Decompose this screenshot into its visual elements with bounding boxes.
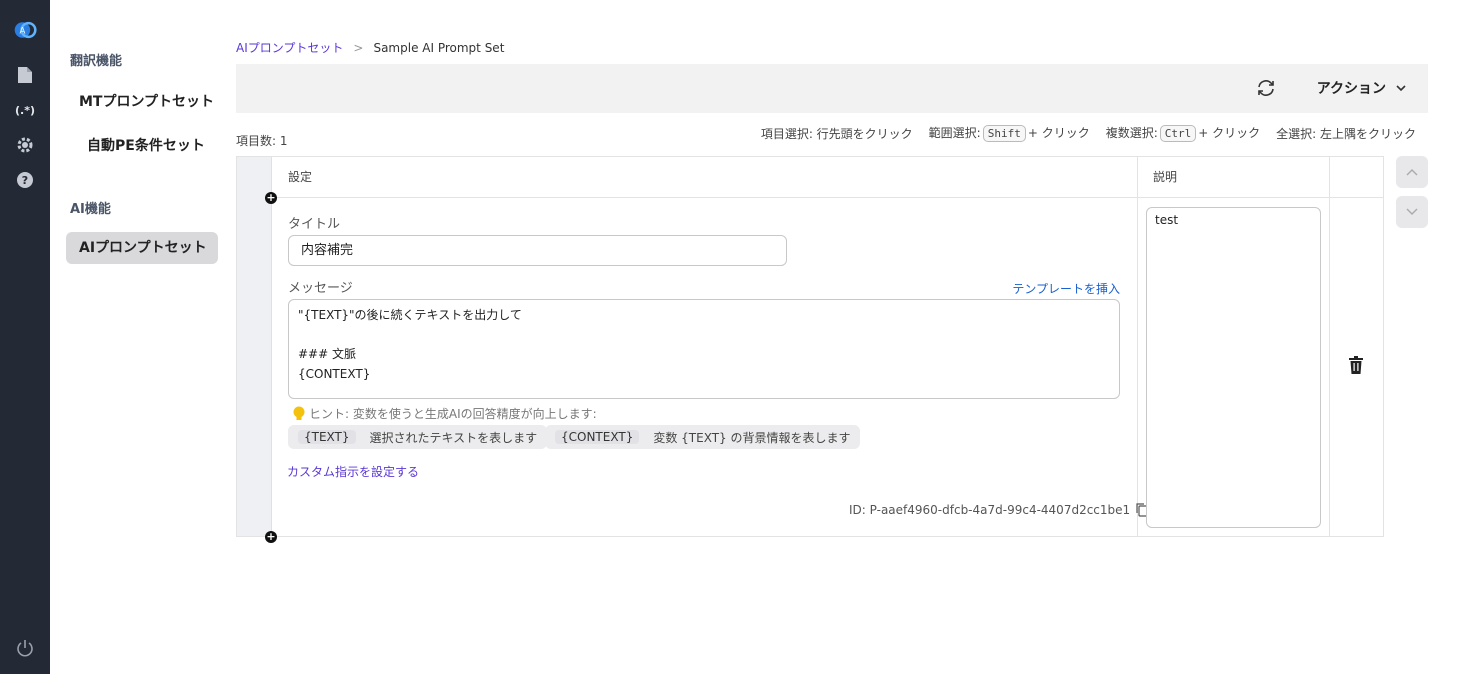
header-actions: [1329, 157, 1383, 198]
variable-description: 選択されたテキストを表します: [369, 430, 538, 445]
title-input[interactable]: 内容補完: [288, 235, 787, 266]
column-divider: [1137, 157, 1138, 536]
chevron-up-icon: [1406, 169, 1418, 176]
header-description: 説明: [1137, 157, 1329, 198]
title-label: タイトル: [288, 217, 341, 232]
insert-row-below-button[interactable]: +: [265, 531, 277, 543]
refresh-icon[interactable]: [1256, 78, 1276, 102]
selection-hints: 項目選択: 行先頭をクリック 範囲選択: Shift + クリック 複数選択: Ctr…: [761, 124, 1416, 142]
toolbar: アクション: [236, 64, 1428, 113]
message-line: [298, 326, 1110, 346]
breadcrumb-link-ai-prompt-set[interactable]: AIプロンプトセット: [236, 39, 343, 56]
hint-select-all: 全選択: 左上隅をクリック: [1276, 126, 1416, 141]
breadcrumb-current: Sample AI Prompt Set: [373, 40, 505, 55]
message-line: ### 文脈: [298, 347, 356, 361]
breadcrumb-separator: >: [353, 40, 364, 55]
move-down-button[interactable]: [1396, 196, 1428, 228]
insert-template-link[interactable]: テンプレートを挿入: [1012, 280, 1120, 297]
variable-chip-context[interactable]: {CONTEXT} 変数 {TEXT} の背景情報を表します: [545, 425, 861, 449]
chevron-down-icon: [1396, 85, 1406, 92]
help-icon[interactable]: ?: [13, 168, 37, 192]
regex-icon[interactable]: (.*): [13, 98, 37, 122]
lightbulb-icon: [293, 406, 305, 420]
action-label: アクション: [1316, 81, 1386, 97]
row-gutter[interactable]: [237, 157, 272, 536]
nav-item-ai-prompt-set[interactable]: AIプロンプトセット: [66, 232, 218, 264]
logo-icon[interactable]: A: [13, 18, 37, 42]
power-icon[interactable]: [13, 636, 37, 660]
message-line: {CONTEXT}: [298, 366, 371, 381]
sub-navigation: 翻訳機能 MTプロンプトセット 自動PE条件セット AI機能 AIプロンプトセッ…: [50, 0, 230, 674]
column-divider: [1329, 157, 1330, 536]
shift-key: Shift: [982, 125, 1026, 142]
chevron-down-icon: [1406, 208, 1418, 215]
variable-hint: ヒント: 変数を使うと生成AIの回答精度が向上します:: [293, 405, 597, 422]
breadcrumb: AIプロンプトセット > Sample AI Prompt Set: [236, 39, 504, 56]
description-textarea[interactable]: test: [1146, 207, 1321, 528]
nav-group-ai: AI機能: [70, 202, 111, 217]
prompt-id: ID: P-aaef4960-dfcb-4a7d-99c4-4407d2cc1b…: [849, 503, 1148, 517]
message-textarea[interactable]: "{TEXT}"の後に続くテキストを出力して ### 文脈 {CONTEXT}: [288, 299, 1120, 399]
variable-chip-text[interactable]: {TEXT} 選択されたテキストを表します: [288, 425, 548, 449]
svg-text:?: ?: [22, 174, 28, 187]
prompt-table: 設定 説明 + + タイトル 内容補完 メッセージ テンプレートを挿入 "{TE…: [236, 156, 1384, 543]
variable-description: 変数 {TEXT} の背景情報を表します: [653, 430, 851, 445]
variable-token: {TEXT}: [298, 430, 356, 444]
nav-item-mt-prompt-set[interactable]: MTプロンプトセット: [79, 91, 214, 111]
document-icon[interactable]: [13, 63, 37, 87]
custom-instruction-link[interactable]: カスタム指示を設定する: [287, 463, 419, 480]
message-label: メッセージ: [288, 281, 353, 296]
move-up-button[interactable]: [1396, 156, 1428, 188]
hint-multi-select: 複数選択: Ctrl + クリック: [1105, 125, 1261, 142]
message-line: "{TEXT}"の後に続くテキストを出力して: [298, 308, 522, 322]
icon-rail: A (.*) ?: [0, 0, 50, 674]
nav-item-auto-pe-set[interactable]: 自動PE条件セット: [87, 135, 205, 155]
svg-text:A: A: [19, 26, 25, 36]
trash-icon[interactable]: [1348, 356, 1364, 378]
ctrl-key: Ctrl: [1159, 125, 1197, 142]
item-count: 項目数: 1: [236, 134, 288, 148]
nav-group-translation: 翻訳機能: [70, 54, 123, 69]
hint-item-select: 項目選択: 行先頭をクリック: [760, 126, 913, 141]
gear-icon[interactable]: [13, 133, 37, 157]
variable-token: {CONTEXT}: [555, 430, 640, 444]
insert-row-above-button[interactable]: +: [265, 192, 277, 204]
action-menu-button[interactable]: アクション: [1317, 78, 1406, 98]
hint-range-select: 範囲選択: Shift + クリック: [928, 125, 1090, 142]
header-settings: 設定: [273, 157, 1137, 198]
